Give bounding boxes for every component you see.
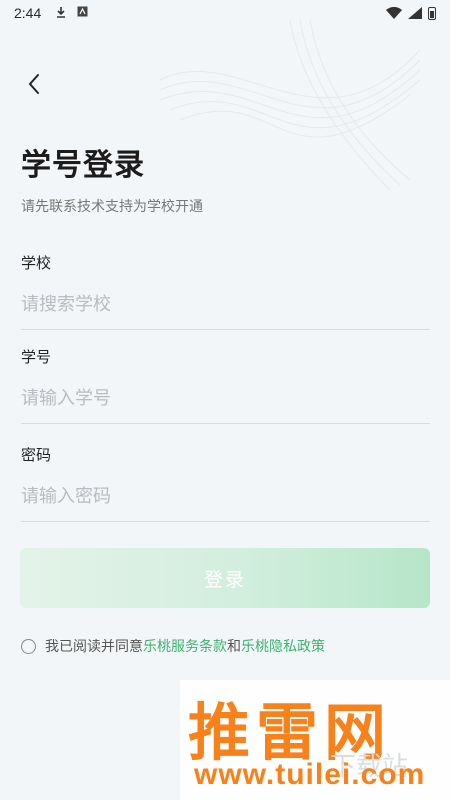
password-field: 密码 xyxy=(21,444,430,522)
watermark: 推雷网 下载站 www.tuilei.com xyxy=(180,680,450,800)
wifi-icon xyxy=(386,7,402,19)
student-id-input[interactable] xyxy=(21,383,430,413)
app-notification-icon xyxy=(77,6,88,20)
page-title: 学号登录 xyxy=(21,148,145,183)
battery-icon xyxy=(428,6,436,20)
student-id-divider xyxy=(21,423,430,424)
page-subtitle: 请先联系技术支持为学校开通 xyxy=(21,199,203,215)
school-field: 学校 xyxy=(21,252,430,330)
watermark-url: www.tuilei.com xyxy=(194,758,426,791)
download-icon xyxy=(55,6,67,21)
password-input[interactable] xyxy=(21,481,430,511)
privacy-link[interactable]: 乐桃隐私政策 xyxy=(241,636,325,656)
school-search-input[interactable] xyxy=(21,289,430,319)
signal-icon xyxy=(408,7,422,19)
chevron-left-icon xyxy=(28,74,39,94)
school-divider xyxy=(21,329,430,330)
status-time: 2:44 xyxy=(14,5,42,21)
back-button[interactable] xyxy=(18,68,50,100)
student-id-field: 学号 xyxy=(21,346,430,424)
password-label: 密码 xyxy=(21,446,52,464)
password-divider xyxy=(21,521,430,522)
login-button[interactable]: 登录 xyxy=(20,548,430,608)
terms-link[interactable]: 乐桃服务条款 xyxy=(143,636,227,656)
agreement-prefix: 我已阅读并同意 xyxy=(45,639,143,655)
agreement-row: 我已阅读并同意 乐桃服务条款 和 乐桃隐私政策 xyxy=(21,636,325,656)
student-id-label: 学号 xyxy=(21,348,52,366)
school-label: 学校 xyxy=(21,254,52,272)
decorative-wave-lines xyxy=(160,20,420,191)
status-right-group xyxy=(386,6,436,20)
agreement-radio[interactable] xyxy=(21,638,36,654)
agreement-conjunction: 和 xyxy=(227,639,241,655)
